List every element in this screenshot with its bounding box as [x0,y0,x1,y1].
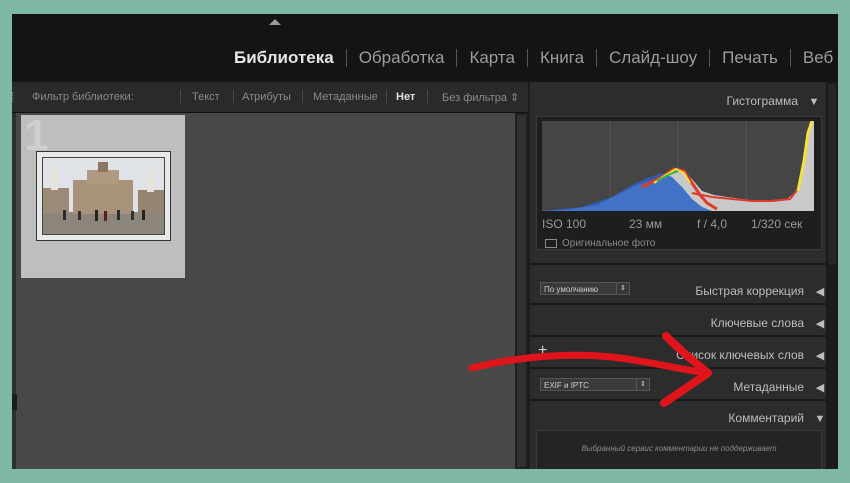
comments-area: Выбранный сервис комментарии не поддержи… [536,430,822,469]
castle-photo-image [43,158,164,234]
quick-develop-header[interactable]: Быстрая коррекция ◀ [695,284,826,298]
focal-length-readout: 23 мм [629,217,663,231]
expand-left-icon[interactable]: ◀ [814,349,826,362]
keyword-list-title: Список ключевых слов [676,348,804,362]
histogram-plot[interactable] [542,121,814,211]
photo-thumbnail-frame[interactable] [36,151,171,241]
iso-readout: ISO 100 [542,217,587,231]
collapse-down-icon[interactable]: ▼ [808,96,820,108]
metadata-header[interactable]: Метаданные ◀ [733,380,826,394]
module-book[interactable]: Книга [528,48,596,68]
filter-separator [233,90,234,103]
spinner-icon[interactable]: ⇕ [636,379,649,390]
module-web[interactable]: Веб [791,48,838,68]
filter-separator [427,90,428,103]
shutter-speed-readout: 1/320 сек [751,217,803,231]
filter-bar-label: Фильтр библиотеки: [32,91,134,103]
left-panel-toggle[interactable] [12,394,17,410]
aperture-readout: f / 4,0 [697,217,728,231]
expand-left-icon[interactable]: ◀ [814,317,826,330]
keywording-header[interactable]: Ключевые слова ◀ [711,316,826,330]
filter-none-option[interactable]: Нет [396,91,415,103]
module-develop[interactable]: Обработка [347,48,457,68]
collapse-top-panel-icon[interactable] [269,19,281,25]
comments-title: Комментарий [728,411,804,425]
module-slideshow[interactable]: Слайд-шоу [597,48,709,68]
left-panel-grip-icon[interactable] [12,92,16,102]
filter-metadata-option[interactable]: Метаданные [313,91,378,103]
keyword-list-header[interactable]: Список ключевых слов ◀ [676,348,826,362]
module-print[interactable]: Печать [710,48,790,68]
filter-text-option[interactable]: Текст [192,91,220,103]
filter-attributes-option[interactable]: Атрибуты [242,91,291,103]
add-keyword-icon[interactable]: + [538,342,547,360]
grid-scrollbar[interactable] [515,113,528,469]
original-photo-checkbox[interactable]: Оригинальное фото [545,238,655,249]
panel-divider [530,335,826,337]
histogram-title: Гистограмма [726,94,798,108]
module-library[interactable]: Библиотека [222,48,346,68]
keywording-title: Ключевые слова [710,316,804,330]
metadata-preset-value: EXIF и IPTC [544,381,589,390]
spinner-icon[interactable]: ⇕ [616,283,629,294]
quick-develop-title: Быстрая коррекция [695,284,804,298]
module-picker: Библиотека Обработка Карта Книга Слайд-ш… [222,48,838,68]
histogram-header[interactable]: Гистограмма ▼ [727,94,820,108]
left-panel-edge[interactable] [12,113,16,469]
right-panel-scrollbar-thumb[interactable] [828,84,836,264]
original-photo-label: Оригинальное фото [562,238,656,249]
panel-divider [530,263,826,265]
grid-scrollbar-thumb[interactable] [517,115,526,467]
comments-unsupported-note: Выбранный сервис комментарии не поддержи… [581,444,777,453]
module-map[interactable]: Карта [457,48,527,68]
right-panel: Гистограмма ▼ ISO 100 23 мм f / 4,0 1/32… [530,82,826,469]
panel-divider [530,367,826,369]
right-panel-scrollbar[interactable] [826,82,838,469]
metadata-preset-select[interactable]: EXIF и IPTC ⇕ [540,378,650,391]
quick-develop-preset-value: По умолчанию [544,285,599,294]
collapse-down-icon[interactable]: ▼ [814,413,826,425]
filter-separator [302,90,303,103]
lightroom-window: Библиотека Обработка Карта Книга Слайд-ш… [12,14,838,469]
comments-header[interactable]: Комментарий ▼ [728,411,826,425]
filter-separator [386,90,387,103]
panel-divider [530,303,826,305]
filter-separator [180,90,181,103]
quick-develop-preset-select[interactable]: По умолчанию ⇕ [540,282,630,295]
metadata-title: Метаданные [733,380,804,394]
filter-preset-dropdown[interactable]: Без фильтра ⇕ [442,91,519,104]
expand-left-icon[interactable]: ◀ [814,285,826,298]
module-bar: Библиотека Обработка Карта Книга Слайд-ш… [12,14,838,82]
histogram-panel: ISO 100 23 мм f / 4,0 1/320 сек Оригинал… [536,116,822,250]
panel-divider [530,399,826,401]
photo-thumbnail[interactable] [42,157,165,235]
checkbox-icon[interactable] [545,238,557,248]
histogram-graph [542,121,814,211]
grid-cell-selected[interactable]: 1 [21,111,185,278]
expand-left-icon[interactable]: ◀ [814,381,826,394]
library-filter-bar: Фильтр библиотеки: Текст Атрибуты Метада… [12,82,528,113]
